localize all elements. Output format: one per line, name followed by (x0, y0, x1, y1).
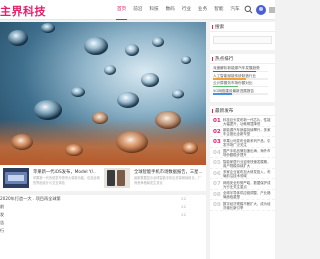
news-title[interactable]: 苹果公司发布全新系列产品，引发市场广泛关注 (223, 139, 273, 148)
news-item[interactable]: 05 智能家居行业迎来快速发展期，用户规模持续扩大 (210, 158, 275, 169)
nav-item-smart[interactable]: 智能 (214, 0, 223, 20)
ranking-bar-fill (213, 93, 233, 95)
ranking-bar-track (213, 78, 268, 80)
news-rank-number: 09 (213, 202, 221, 208)
list-item-title[interactable]: 前 (0, 204, 4, 210)
panel-title: 搜索 (215, 25, 225, 30)
list-item-title[interactable]: 行 (0, 228, 4, 234)
ranking-bar-track (213, 85, 268, 88)
ranking-row[interactable]: 深度解析新能源汽车发展趋势 (210, 66, 275, 74)
list-item[interactable]: 2020年打造一大 . 项目再全球第 22 (0, 195, 206, 203)
card-title[interactable]: 苹果新一代iOS发布，Model Y/.. (33, 169, 103, 175)
ranking-bar-track (213, 93, 268, 95)
list-item[interactable]: 告 (0, 219, 206, 227)
search-icon[interactable] (244, 5, 253, 14)
list-item-title[interactable]: 2020年打造一大 . 项目再全球第 (0, 196, 61, 202)
user-avatar[interactable] (256, 5, 266, 15)
card-thumbnail (104, 168, 130, 188)
news-rank-number: 05 (213, 160, 221, 166)
panel-title: 热点排行 (215, 57, 234, 62)
news-rank-number: 03 (213, 139, 221, 145)
news-title[interactable]: 智能家居行业迎来快速发展期，用户规模持续扩大 (223, 160, 273, 169)
news-title[interactable]: 国产手机品牌加速出海，海外市场份额稳步提升 (223, 149, 273, 158)
panel-header: 搜索 (210, 22, 275, 32)
ranking-row[interactable]: 人工智能赋能传统制造行业 (210, 74, 275, 82)
news-item[interactable]: 08 全球半导体供应链调整，产业格局面临重塑 (210, 190, 275, 200)
top-bar: 主界科技 首页 前沿 科技 数码 行业 业务 智能 汽车 (0, 0, 275, 20)
site-logo[interactable]: 主界科技 (0, 3, 46, 19)
news-title[interactable]: 新能源汽车销量持续攀升，多家车企推出全新车型 (223, 128, 273, 137)
news-rank-number: 06 (213, 170, 221, 177)
panel-title: 最新发布 (215, 109, 234, 114)
article-list: 2020年打造一大 . 项目再全球第 22 前 22 发 22 告 行 (0, 195, 206, 259)
nav-item-tech[interactable]: 科技 (149, 0, 158, 20)
news-rank-number: 08 (213, 191, 221, 198)
ranking-bars: 深度解析新能源汽车发展趋势 人工智能赋能传统制造行业 云计算服务市场份额对比 5G网络… (210, 66, 275, 96)
nav-item-frontier[interactable]: 前沿 (133, 0, 142, 20)
news-title[interactable]: 网络安全形势严峻，数据保护成为行业关注重点 (223, 181, 273, 190)
news-rank-number: 01 (213, 118, 221, 124)
list-item-title[interactable]: 告 (0, 220, 4, 226)
list-item[interactable]: 行 (0, 227, 206, 235)
featured-card[interactable]: 全球智能手机市场数据报告，三星... 最新数据显示全球智能手机出货量继续增长，厂… (104, 168, 204, 189)
card-title[interactable]: 全球智能手机市场数据报告，三星... (134, 169, 204, 175)
news-title[interactable]: 数字经济规模不断扩大，成为经济增长新引擎 (223, 202, 273, 211)
news-item[interactable]: 01 科技巨头发布新一代芯片，性能大幅提升，功耗明显降低 (210, 116, 275, 127)
news-item[interactable]: 04 国产手机品牌加速出海，海外市场份额稳步提升 (210, 148, 275, 158)
card-description: 最新数据显示全球智能手机出货量继续增长，厂商竞争格局发生变化 (134, 176, 201, 185)
news-item[interactable]: 07 网络安全形势严峻，数据保护成为行业关注重点 (210, 179, 275, 190)
news-title[interactable]: 全球半导体供应链调整，产业格局面临重塑 (223, 191, 273, 200)
nav-item-home[interactable]: 首页 (115, 0, 128, 20)
news-item[interactable]: 03 苹果公司发布全新系列产品，引发市场广泛关注 (210, 137, 275, 148)
hot-ranking-panel: 热点排行 深度解析新能源汽车发展趋势 人工智能赋能传统制造行业 云计算服务市场份额对… (210, 54, 275, 102)
hero-banner-image[interactable] (0, 22, 206, 165)
nav-item-business[interactable]: 业务 (198, 0, 207, 20)
news-rank-number: 07 (213, 181, 221, 187)
menu-icon[interactable] (269, 7, 275, 13)
news-item[interactable]: 09 数字经济规模不断扩大，成为经济增长新引擎 (210, 200, 275, 211)
news-title[interactable]: 科技巨头发布新一代芯片，性能大幅提升，功耗明显降低 (223, 118, 273, 127)
ranking-row[interactable]: 5G网络建设最新进展报告 (210, 89, 275, 97)
news-item[interactable]: 02 新能源汽车销量持续攀升，多家车企推出全新车型 (210, 127, 275, 137)
list-item[interactable]: 发 22 (0, 211, 206, 219)
search-panel: 搜索 (210, 22, 275, 50)
card-thumbnail (3, 168, 29, 188)
featured-strip: 苹果新一代iOS发布，Model Y/.. 苹果新一代系统发布带来大量新功能，包… (0, 165, 206, 191)
latest-news-list: 01 科技巨头发布新一代芯片，性能大幅提升，功耗明显降低 02 新能源汽车销量持续攀升… (210, 116, 275, 211)
news-title[interactable]: 多家企业宣布加大研发投入，布局前沿技术领域 (223, 170, 273, 179)
news-rank-number: 04 (213, 149, 221, 156)
list-item[interactable]: 前 22 (0, 203, 206, 211)
panel-header: 热点排行 (210, 54, 275, 64)
water-drops-illustration (8, 23, 198, 156)
list-item-date: 22 (181, 212, 186, 217)
card-description: 苹果新一代系统发布带来大量新功能，包括全新的界面设计与交互体验 (33, 176, 100, 185)
featured-card[interactable]: 苹果新一代iOS发布，Model Y/.. 苹果新一代系统发布带来大量新功能，包… (3, 168, 103, 189)
ranking-bar-fill (213, 85, 238, 88)
news-rank-number: 02 (213, 128, 221, 135)
nav-item-digital[interactable]: 数码 (166, 0, 175, 20)
ranking-bar-fill (213, 70, 256, 73)
list-item-date: 22 (181, 196, 186, 201)
list-item-title[interactable]: 发 (0, 212, 4, 218)
panel-header: 最新发布 (210, 106, 275, 116)
list-item-date: 22 (181, 204, 186, 209)
ranking-bar-track (213, 70, 268, 73)
nav-item-industry[interactable]: 行业 (182, 0, 191, 20)
nav-item-auto[interactable]: 汽车 (230, 0, 239, 20)
sidebar-search-input[interactable] (213, 36, 272, 44)
latest-news-panel: 最新发布 01 科技巨头发布新一代芯片，性能大幅提升，功耗明显降低 02 新能源汽车销… (210, 106, 275, 259)
main-nav: 首页 前沿 科技 数码 行业 业务 智能 汽车 (115, 0, 247, 20)
news-item[interactable]: 06 多家企业宣布加大研发投入，布局前沿技术领域 (210, 169, 275, 179)
ranking-bar-fill (213, 78, 246, 80)
ranking-row[interactable]: 云计算服务市场份额对比 (210, 81, 275, 89)
